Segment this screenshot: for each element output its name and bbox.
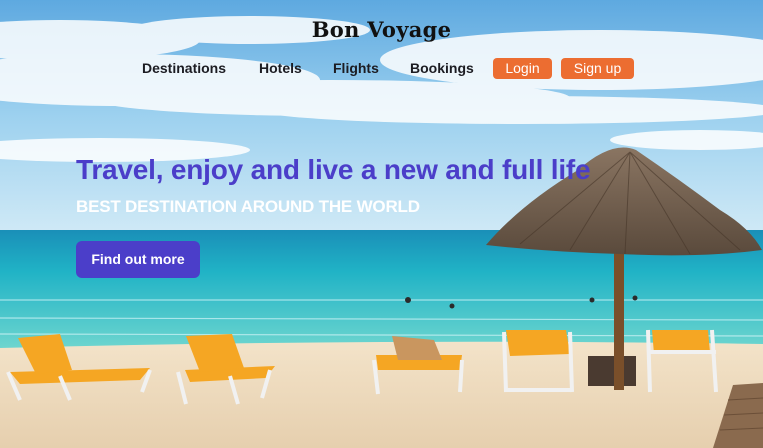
nav-link-hotels[interactable]: Hotels [259,60,302,76]
signup-button[interactable]: Sign up [561,58,634,79]
find-out-more-button[interactable]: Find out more [76,241,200,278]
nav-link-bookings[interactable]: Bookings [410,60,474,76]
hero-subheadline: BEST DESTINATION AROUND THE WORLD [76,197,420,216]
nav-link-flights[interactable]: Flights [333,60,379,76]
brand-logo[interactable]: Bon Voyage [0,17,763,42]
login-button[interactable]: Login [493,58,552,79]
beach-background-image [0,0,763,448]
nav-link-destinations[interactable]: Destinations [142,60,226,76]
hero-section: Bon Voyage Destinations Hotels Flights B… [0,0,763,448]
hero-headline: Travel, enjoy and live a new and full li… [76,154,591,185]
